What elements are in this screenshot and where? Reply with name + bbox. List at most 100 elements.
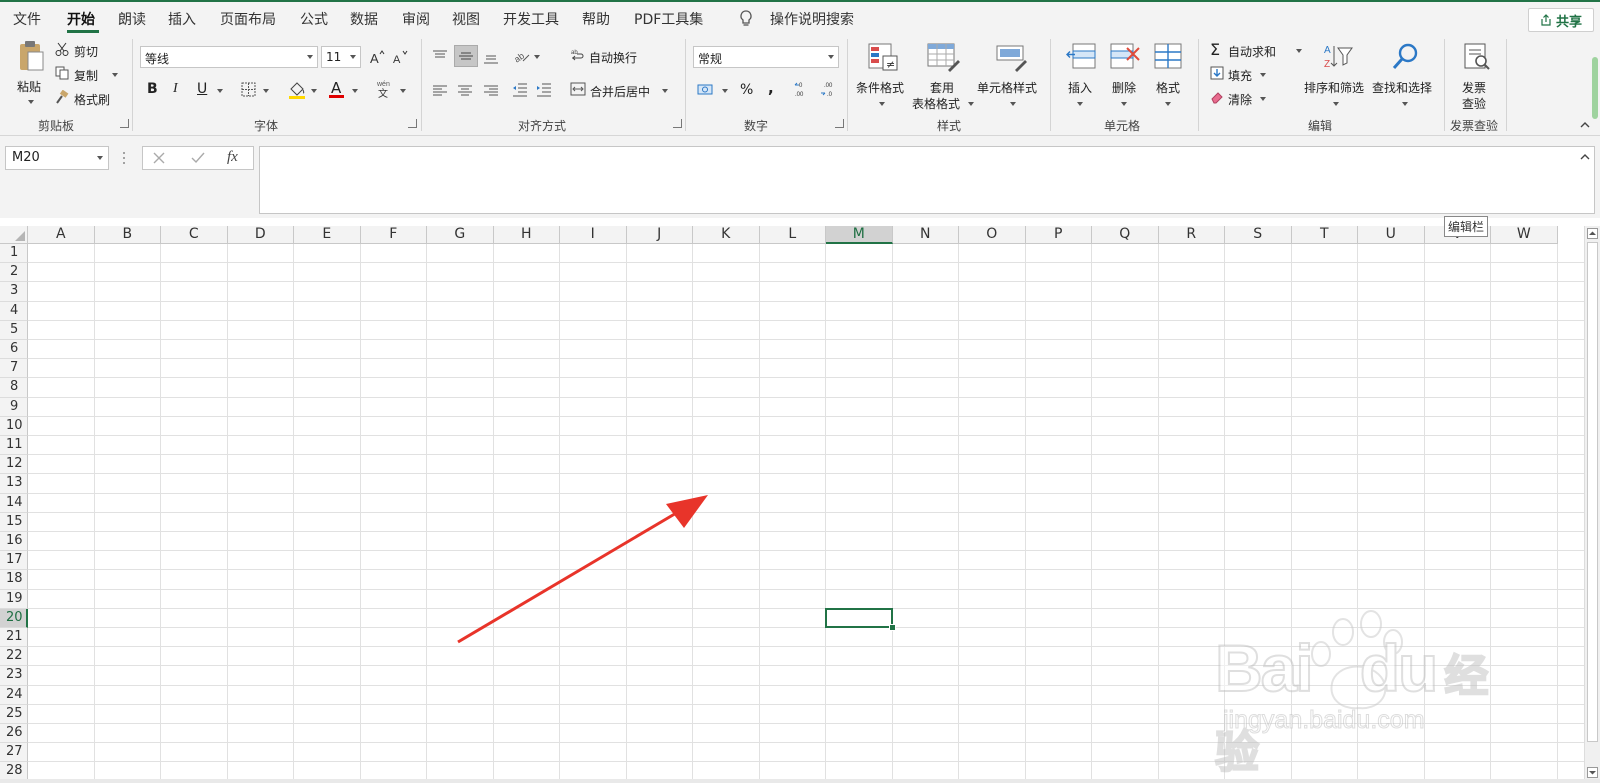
phonetic-dropdown-icon[interactable]: [400, 89, 406, 93]
row-header[interactable]: 25: [0, 704, 28, 724]
font-color-dropdown-icon[interactable]: [352, 89, 358, 93]
row-header[interactable]: 17: [0, 551, 28, 571]
column-header[interactable]: C: [161, 226, 228, 244]
orientation-icon[interactable]: ab: [513, 48, 531, 64]
number-format-combo[interactable]: 常规: [693, 46, 839, 68]
row-header[interactable]: 1: [0, 244, 28, 264]
formula-input[interactable]: [259, 146, 1595, 214]
accounting-format-icon[interactable]: [697, 83, 715, 97]
menu-read-aloud[interactable]: 朗读: [118, 9, 146, 29]
row-header[interactable]: 23: [0, 666, 28, 686]
column-header[interactable]: Q: [1092, 226, 1159, 244]
decrease-indent-icon[interactable]: [512, 83, 528, 97]
column-header[interactable]: T: [1291, 226, 1358, 244]
row-header[interactable]: 10: [0, 416, 28, 436]
row-header[interactable]: 22: [0, 647, 28, 667]
column-header[interactable]: E: [294, 226, 361, 244]
format-as-table-button[interactable]: 套用 表格格式: [912, 40, 976, 111]
comma-style-button[interactable]: ,: [768, 79, 774, 97]
row-header[interactable]: 14: [0, 493, 28, 513]
align-bottom-icon[interactable]: [483, 52, 499, 64]
row-header[interactable]: 9: [0, 397, 28, 417]
column-header[interactable]: O: [959, 226, 1026, 244]
increase-indent-icon[interactable]: [536, 83, 552, 97]
row-header[interactable]: 4: [0, 301, 28, 321]
vertical-scrollbar[interactable]: [1584, 226, 1600, 783]
row-header[interactable]: 16: [0, 532, 28, 552]
format-painter-button[interactable]: 格式刷: [55, 88, 121, 108]
row-header[interactable]: 11: [0, 436, 28, 456]
menu-view[interactable]: 视图: [452, 9, 480, 29]
clear-button[interactable]: 清除: [1210, 88, 1280, 108]
column-header[interactable]: H: [493, 226, 560, 244]
row-header[interactable]: 6: [0, 340, 28, 360]
percent-style-button[interactable]: %: [740, 82, 753, 98]
row-header[interactable]: 20: [0, 608, 28, 628]
align-left-icon[interactable]: [432, 85, 448, 97]
italic-button[interactable]: I: [173, 81, 178, 97]
bold-button[interactable]: B: [147, 81, 158, 97]
row-header[interactable]: 27: [0, 743, 28, 763]
cancel-icon[interactable]: [153, 152, 165, 164]
cut-button[interactable]: 剪切: [55, 40, 115, 60]
row-header[interactable]: 3: [0, 282, 28, 302]
conditional-format-button[interactable]: ≠ 条件格式: [855, 40, 910, 110]
row-header[interactable]: 15: [0, 512, 28, 532]
column-header[interactable]: A: [28, 226, 95, 244]
align-center-icon[interactable]: [457, 85, 473, 97]
column-header[interactable]: J: [626, 226, 693, 244]
increase-font-button[interactable]: A: [369, 48, 385, 66]
name-box[interactable]: M20: [5, 146, 109, 170]
menu-pdf-tools[interactable]: PDF工具集: [634, 9, 703, 29]
align-middle-button[interactable]: [454, 45, 478, 67]
column-header[interactable]: R: [1158, 226, 1225, 244]
underline-button[interactable]: U: [197, 81, 207, 97]
row-header[interactable]: 8: [0, 378, 28, 398]
drag-handle-icon[interactable]: [122, 151, 126, 165]
insert-function-button[interactable]: fx: [227, 149, 238, 166]
font-size-combo[interactable]: 11: [321, 46, 361, 68]
alignment-launcher-icon[interactable]: [673, 119, 682, 128]
scroll-thumb[interactable]: [1587, 242, 1598, 742]
menu-file[interactable]: 文件: [13, 9, 41, 29]
row-header[interactable]: 21: [0, 628, 28, 648]
decrease-decimal-icon[interactable]: .00 .0: [819, 80, 839, 98]
scroll-up-icon[interactable]: [1587, 228, 1598, 239]
tell-me-search[interactable]: 操作说明搜索: [770, 9, 854, 29]
column-header[interactable]: D: [227, 226, 294, 244]
column-header[interactable]: K: [693, 226, 760, 244]
font-name-combo[interactable]: 等线: [140, 46, 318, 68]
fill-handle[interactable]: [888, 624, 896, 631]
menu-page-layout[interactable]: 页面布局: [220, 9, 276, 29]
menu-help[interactable]: 帮助: [582, 9, 610, 29]
invoice-check-button[interactable]: 发票 查验: [1456, 40, 1496, 111]
menu-data[interactable]: 数据: [350, 9, 378, 29]
menu-review[interactable]: 审阅: [402, 9, 430, 29]
align-top-icon[interactable]: [432, 50, 448, 62]
clipboard-launcher-icon[interactable]: [120, 119, 129, 128]
column-header[interactable]: G: [427, 226, 494, 244]
paste-button[interactable]: 粘贴: [12, 40, 50, 106]
fill-color-button[interactable]: [288, 80, 306, 100]
row-header[interactable]: 12: [0, 455, 28, 475]
orientation-dropdown-icon[interactable]: [534, 55, 540, 59]
autosum-button[interactable]: Σ 自动求和: [1210, 40, 1306, 60]
row-header[interactable]: 7: [0, 359, 28, 379]
column-header[interactable]: B: [94, 226, 161, 244]
collapse-ribbon-icon[interactable]: [1579, 120, 1591, 130]
collapse-formula-bar-icon[interactable]: [1580, 153, 1590, 161]
row-header[interactable]: 2: [0, 263, 28, 283]
merge-center-button[interactable]: 合并后居中: [570, 80, 670, 100]
column-header[interactable]: N: [892, 226, 959, 244]
fill-button[interactable]: 填充: [1210, 64, 1280, 84]
column-header[interactable]: P: [1025, 226, 1092, 244]
column-header[interactable]: U: [1358, 226, 1425, 244]
accounting-dropdown-icon[interactable]: [722, 89, 728, 93]
align-right-icon[interactable]: [483, 85, 499, 97]
selected-cell[interactable]: [825, 607, 893, 628]
underline-dropdown-icon[interactable]: [217, 89, 223, 93]
copy-button[interactable]: 复制: [55, 64, 121, 84]
menu-insert[interactable]: 插入: [168, 9, 196, 29]
cell-styles-button[interactable]: 单元格样式: [977, 40, 1049, 110]
delete-cells-button[interactable]: 删除: [1104, 40, 1144, 110]
